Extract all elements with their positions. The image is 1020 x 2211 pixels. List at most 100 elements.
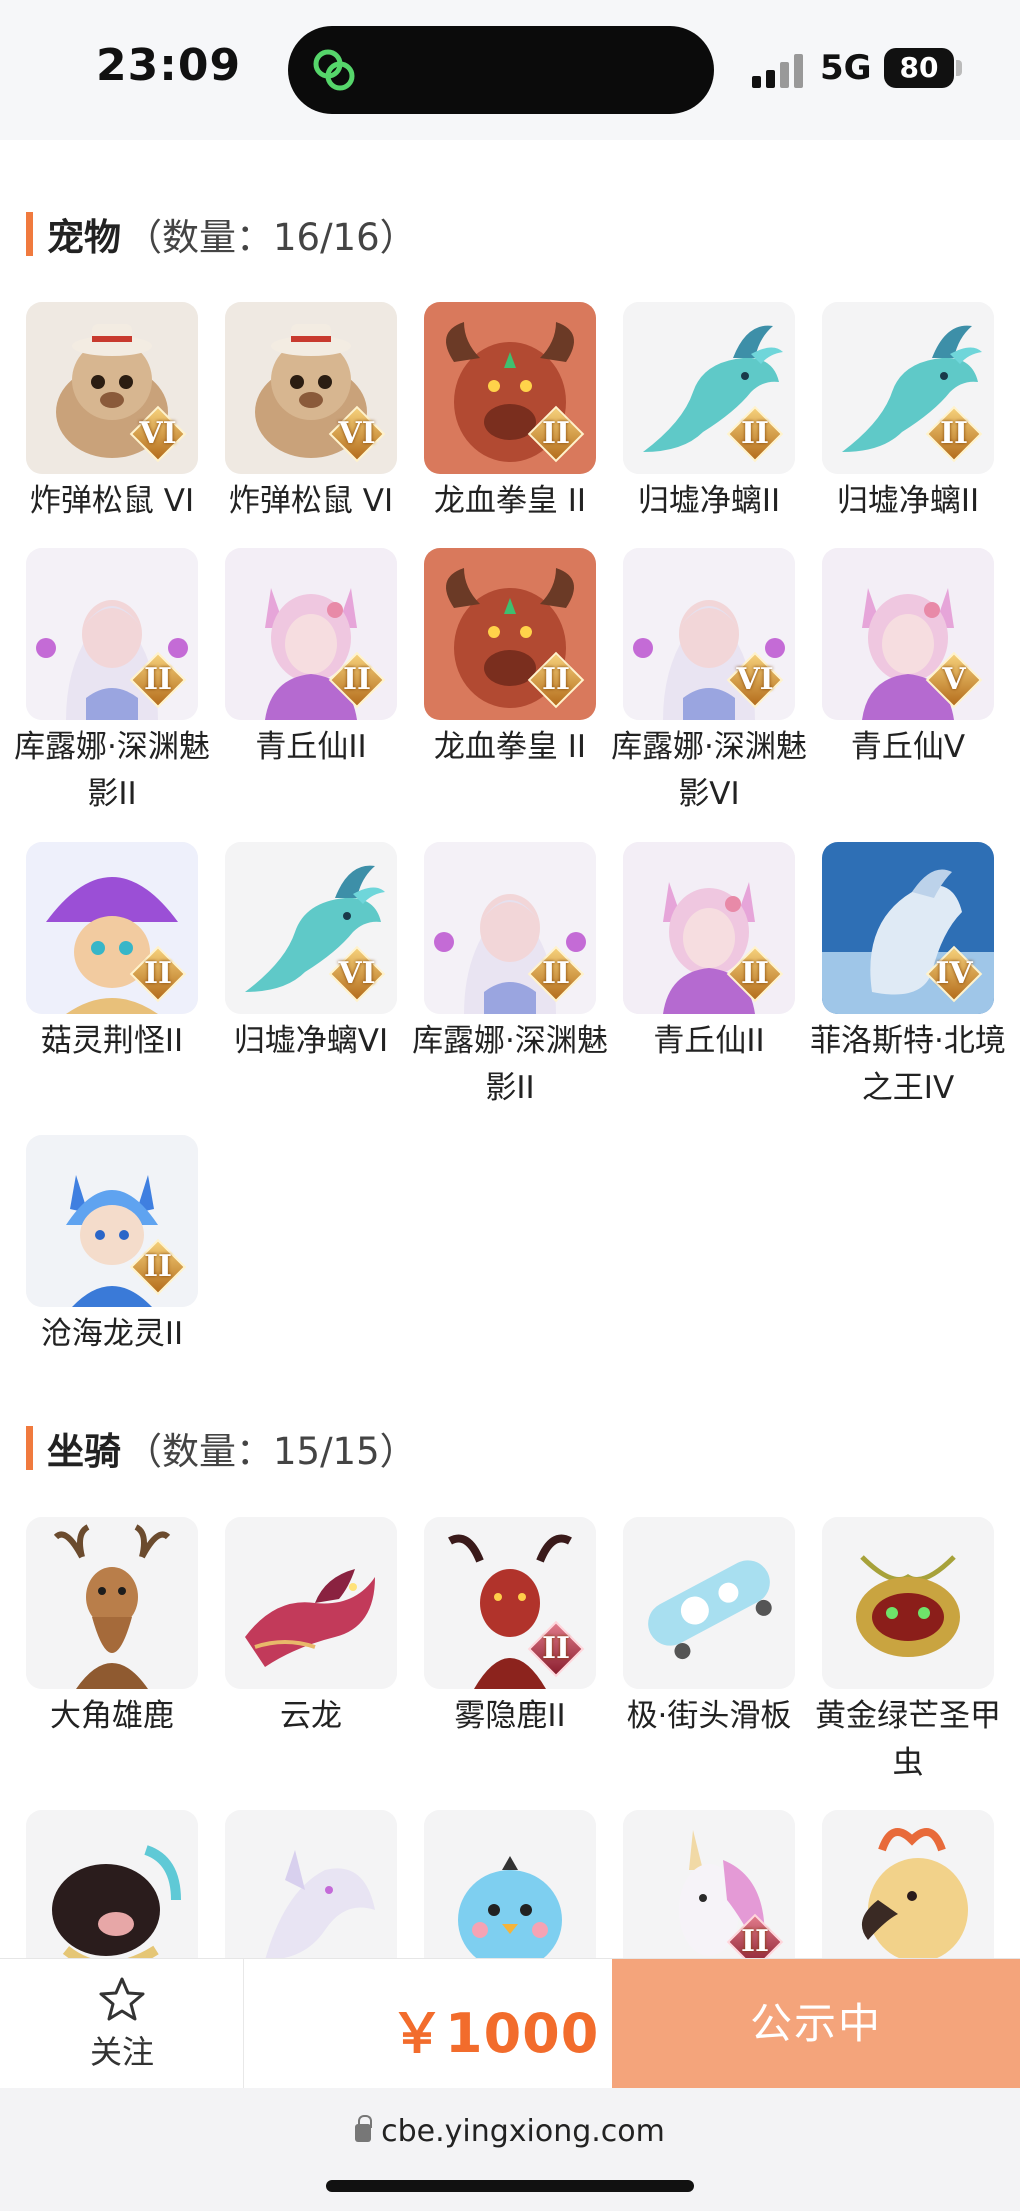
- pet-image[interactable]: VI: [225, 842, 397, 1014]
- mounts-count: （数量：15/15）: [125, 1430, 417, 1473]
- rank-numeral: II: [143, 956, 173, 991]
- mounts-title: 坐骑: [47, 1430, 121, 1473]
- status-time: 23:09: [96, 40, 242, 91]
- rank-badge: II: [527, 1620, 585, 1678]
- pet-image[interactable]: II: [623, 842, 795, 1014]
- rank-badge: IV: [925, 945, 983, 1003]
- whitedragon-portrait: [225, 1810, 397, 1982]
- mount-name: 黄金绿芒圣甲虫: [815, 1698, 1001, 1781]
- rank-numeral: II: [740, 956, 770, 991]
- pet-image[interactable]: II: [225, 548, 397, 720]
- follow-button[interactable]: 关注: [0, 1959, 244, 2089]
- pet-image[interactable]: VI: [623, 548, 795, 720]
- battery-icon: 80: [884, 48, 954, 88]
- pets-title: 宠物: [47, 216, 121, 259]
- mount-image[interactable]: [623, 1517, 795, 1689]
- rank-badge: II: [527, 945, 585, 1003]
- mount-image[interactable]: II: [623, 1810, 795, 1982]
- eagle-portrait: [822, 1810, 994, 1982]
- pet-name: 青丘仙II: [653, 1023, 765, 1059]
- rank-numeral: II: [541, 956, 571, 991]
- rank-badge: II: [328, 651, 386, 709]
- pet-image[interactable]: II: [424, 548, 596, 720]
- section-accent-bar: [26, 212, 33, 256]
- rank-badge: II: [726, 945, 784, 1003]
- mount-image[interactable]: [822, 1810, 994, 1982]
- clouddragon-portrait: [225, 1517, 397, 1689]
- rank-badge: II: [726, 405, 784, 463]
- home-indicator[interactable]: [326, 2180, 694, 2192]
- rank-numeral: II: [740, 1924, 770, 1959]
- pet-image[interactable]: II: [424, 302, 596, 474]
- pets-section-title: 宠物 （数量：16/16）: [26, 212, 417, 259]
- mount-image[interactable]: [225, 1517, 397, 1689]
- lock-icon: [355, 2115, 373, 2142]
- pet-name: 炸弹松鼠 VI: [29, 483, 195, 519]
- pet-image[interactable]: II: [623, 302, 795, 474]
- mount-image[interactable]: [822, 1517, 994, 1689]
- star-icon: [99, 1977, 145, 2021]
- mount-image[interactable]: II: [424, 1517, 596, 1689]
- url-text[interactable]: cbe.yingxiong.com: [0, 2114, 1020, 2149]
- rank-numeral: IV: [935, 956, 973, 991]
- mount-name: 云龙: [280, 1698, 342, 1734]
- section-accent-bar: [26, 1426, 33, 1470]
- rank-numeral: II: [939, 416, 969, 451]
- pet-name: 库露娜·深渊魅影II: [412, 1023, 608, 1106]
- rank-badge: II: [129, 945, 187, 1003]
- rank-badge: II: [527, 405, 585, 463]
- pet-image[interactable]: II: [424, 842, 596, 1014]
- rank-numeral: VI: [139, 416, 177, 451]
- pet-image[interactable]: V: [822, 548, 994, 720]
- rank-badge: VI: [726, 651, 784, 709]
- rank-badge: II: [925, 405, 983, 463]
- battery-tip: [956, 60, 962, 76]
- skateboard-portrait: [623, 1517, 795, 1689]
- pet-name: 沧海龙灵II: [40, 1316, 184, 1352]
- price: ￥1000: [390, 2002, 600, 2065]
- pet-image[interactable]: II: [26, 548, 198, 720]
- rank-numeral: II: [342, 662, 372, 697]
- rank-badge: VI: [328, 405, 386, 463]
- rank-numeral: VI: [338, 416, 376, 451]
- mount-image[interactable]: [26, 1517, 198, 1689]
- rank-numeral: II: [541, 416, 571, 451]
- follow-label: 关注: [89, 2033, 154, 2071]
- public-notice-button[interactable]: 公示中: [612, 1959, 1020, 2089]
- rank-numeral: VI: [338, 956, 376, 991]
- url-label: cbe.yingxiong.com: [381, 2114, 665, 2149]
- browser-url-bar[interactable]: cbe.yingxiong.com: [0, 2088, 1020, 2211]
- pet-image[interactable]: VI: [225, 302, 397, 474]
- rank-numeral: II: [143, 662, 173, 697]
- app-activity-icon: [313, 49, 355, 91]
- rank-numeral: VI: [736, 662, 774, 697]
- pet-name: 库露娜·深渊魅影II: [14, 729, 210, 812]
- mount-name: 大角雄鹿: [50, 1698, 174, 1734]
- rank-badge: II: [527, 651, 585, 709]
- rank-badge: II: [129, 651, 187, 709]
- pet-name: 归墟净螭II: [637, 483, 781, 519]
- pet-image[interactable]: II: [26, 1135, 198, 1307]
- rank-badge: VI: [129, 405, 187, 463]
- rank-numeral: II: [541, 662, 571, 697]
- rank-badge: VI: [328, 945, 386, 1003]
- deer-portrait: [26, 1517, 198, 1689]
- pet-image[interactable]: VI: [26, 302, 198, 474]
- mount-image[interactable]: [225, 1810, 397, 1982]
- bottom-action-bar: 关注 ￥1000 公示中: [0, 1958, 1020, 2089]
- pet-name: 菇灵荆怪II: [40, 1023, 184, 1059]
- rank-numeral: II: [143, 1249, 173, 1284]
- network-type: 5G: [820, 48, 872, 88]
- pet-image[interactable]: II: [822, 302, 994, 474]
- mount-image[interactable]: [424, 1810, 596, 1982]
- rank-badge: V: [925, 651, 983, 709]
- dynamic-island: [288, 26, 714, 114]
- rank-numeral: V: [942, 662, 966, 697]
- pet-image[interactable]: II: [26, 842, 198, 1014]
- mount-name: 雾隐鹿II: [454, 1698, 566, 1734]
- pet-name: 归墟净螭VI: [233, 1023, 389, 1059]
- pet-image[interactable]: IV: [822, 842, 994, 1014]
- rank-badge: II: [129, 1238, 187, 1296]
- bird-portrait: [424, 1810, 596, 1982]
- mount-image[interactable]: [26, 1810, 198, 1982]
